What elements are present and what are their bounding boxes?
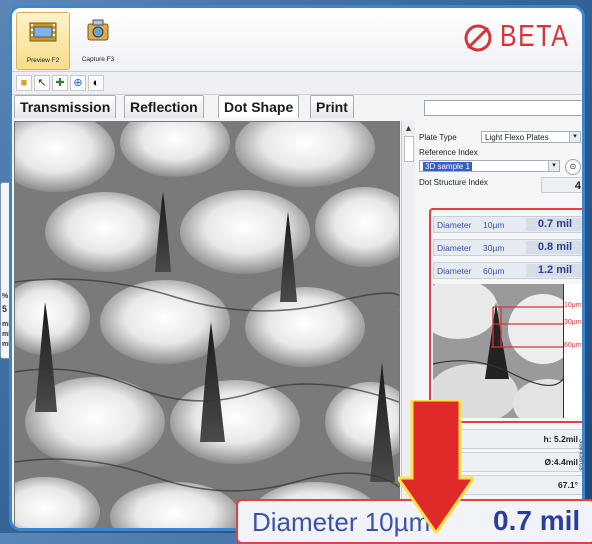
film-icon [29, 22, 57, 42]
dot-structure-value: 4 [541, 177, 582, 193]
capture-label: Capture F3 [81, 56, 115, 63]
preview-button[interactable]: Preview F2 [16, 12, 70, 70]
diameter-row-60: Diameter 60µm 1.2 mil [433, 262, 582, 279]
open-icon[interactable]: ■ [16, 75, 32, 91]
tab-transmission[interactable]: Transmission [14, 95, 117, 118]
callout-value: 0.7 mil [493, 505, 581, 536]
reference-index-value: 3D sample 1 [423, 162, 472, 171]
plate-type-select[interactable]: Light Flexo Plates ▾ [481, 131, 581, 143]
profile-level-10: 10µm [564, 302, 582, 309]
diameter-value: 0.8 mil [526, 241, 582, 254]
dot-surface-image [15, 122, 399, 528]
plate-type-value: Light Flexo Plates [485, 133, 549, 142]
toolbar: ■ ↖ ✚ ⊕ ◐ [12, 72, 582, 95]
angle-value: 67.1° [558, 480, 578, 490]
chevron-down-icon: ▾ [548, 161, 559, 171]
diameter-label: Diameter [437, 266, 472, 276]
tab-reflection[interactable]: Reflection [124, 95, 204, 118]
diameter-label: Diameter [437, 243, 472, 253]
height-value: h: 5.2mil [543, 434, 578, 444]
mode-tabs: Transmission Reflection Dot Shape Print [12, 95, 372, 119]
bg-text-value: 5 [2, 304, 8, 314]
diameter-label: Diameter [437, 220, 472, 230]
ribbon: Preview F2 Capture F3 BETA [12, 8, 582, 72]
diameter-value: 0.7 mil [526, 218, 582, 231]
reference-add-button[interactable]: ⊙ [565, 159, 581, 175]
tab-print[interactable]: Print [310, 95, 354, 118]
camera-icon [87, 19, 109, 41]
diameter-depth: 30µm [483, 243, 505, 253]
cursor-icon[interactable]: ↖ [34, 75, 50, 91]
tab-dot-shape[interactable]: Dot Shape [218, 95, 300, 118]
reference-index-select[interactable]: 3D sample 1 ▾ [419, 160, 560, 172]
scroll-up-icon[interactable]: ▲ [403, 123, 414, 133]
contrast-icon[interactable]: ◐ [88, 75, 104, 91]
diameter-depth: 10µm [483, 220, 505, 230]
reference-index-label: Reference Index [419, 148, 478, 157]
brand-name: BETA [500, 18, 570, 53]
down-arrow-icon [398, 400, 474, 533]
toolbar-right-field[interactable] [424, 100, 582, 116]
chevron-down-icon: ▾ [569, 132, 580, 142]
base-diameter-value: Ø:4.4mil [544, 457, 578, 467]
capture-button[interactable]: Capture F3 [72, 12, 124, 68]
scroll-thumb[interactable] [404, 136, 414, 162]
dot-3d-viewer[interactable] [14, 121, 400, 528]
tab-standards-label: Standards [577, 438, 585, 471]
profile-level-60: 60µm [564, 342, 582, 349]
dot-structure-label: Dot Structure Index [419, 178, 488, 187]
beta-logo: BETA [462, 18, 572, 56]
diameter-value: 1.2 mil [526, 264, 582, 277]
profile-level-30: 30µm [564, 319, 582, 326]
bg-text-percent: % [2, 293, 9, 300]
measure-icon[interactable]: ✚ [52, 75, 68, 91]
beta-logo-icon [464, 24, 492, 52]
diameter-row-10: Diameter 10µm 0.7 mil [433, 216, 582, 233]
zoom-icon[interactable]: ⊕ [70, 75, 86, 91]
plate-type-label: Plate Type [419, 133, 457, 142]
app-window: Preview F2 Capture F3 BETA ■ ↖ ✚ ⊕ ◐ Tra… [9, 5, 585, 531]
diameter-depth: 60µm [483, 266, 505, 276]
preview-label: Preview F2 [26, 57, 60, 64]
diameter-row-30: Diameter 30µm 0.8 mil [433, 239, 582, 256]
